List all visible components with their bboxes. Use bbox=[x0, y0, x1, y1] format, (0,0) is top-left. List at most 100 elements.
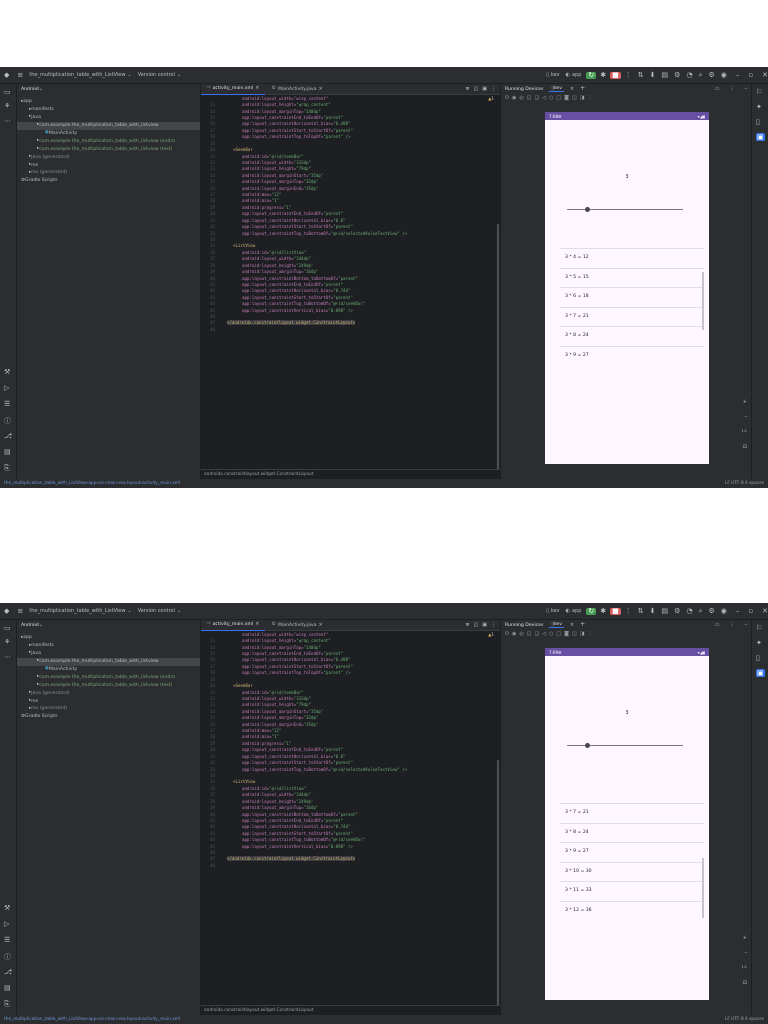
tree-item[interactable]: ▸ res bbox=[17, 697, 200, 705]
tree-item[interactable]: ▸ com.example.the_multiplication_table_w… bbox=[17, 681, 200, 689]
run-config-selector[interactable]: ◐ app bbox=[566, 608, 582, 614]
run-icon[interactable]: ▷ bbox=[4, 384, 9, 392]
list-scrollbar[interactable] bbox=[702, 272, 704, 330]
close-icon[interactable]: × bbox=[570, 86, 574, 92]
list-item[interactable]: 3 * 4 = 12 bbox=[565, 255, 705, 260]
tree-item[interactable]: ▸ manifests bbox=[17, 106, 200, 114]
git-icon[interactable]: ⎇ bbox=[4, 968, 12, 976]
tree-item[interactable]: ▸ java (generated) bbox=[17, 689, 200, 697]
list-scrollbar[interactable] bbox=[702, 858, 704, 918]
home-icon[interactable]: ○ bbox=[549, 95, 553, 101]
editor-tab[interactable]: ‹› activity_main.xml × bbox=[201, 620, 266, 631]
zoom-in-icon[interactable]: + bbox=[743, 399, 747, 405]
code-view-icon[interactable]: ≣ bbox=[465, 622, 469, 628]
screenshot-icon[interactable]: ◙ bbox=[564, 631, 569, 637]
close-icon[interactable]: × bbox=[570, 622, 574, 628]
status-breadcrumb-item[interactable]: main bbox=[106, 481, 117, 486]
project-selector[interactable]: the_multiplication_table_with_ListView ⌄ bbox=[29, 608, 131, 614]
account-icon[interactable]: ◉ bbox=[721, 71, 727, 79]
tree-item[interactable]: ● MainActivity bbox=[17, 130, 200, 138]
close-icon[interactable]: ✕ bbox=[762, 607, 768, 615]
add-icon[interactable]: + bbox=[580, 622, 585, 628]
rotate-left-icon[interactable]: ◱ bbox=[527, 631, 532, 637]
close-icon[interactable]: ✕ bbox=[762, 71, 768, 79]
back-icon[interactable]: ◁ bbox=[542, 631, 546, 637]
version-control-menu[interactable]: Version control ⌄ bbox=[138, 72, 182, 78]
run-icon[interactable]: ▷ bbox=[4, 920, 9, 928]
status-breadcrumb-item[interactable]: app bbox=[88, 1017, 96, 1022]
zoom-in-icon[interactable]: + bbox=[743, 935, 747, 941]
account-icon[interactable]: ◉ bbox=[721, 607, 727, 615]
device-selector[interactable]: ▯ kev bbox=[546, 608, 560, 614]
gemini-icon[interactable]: ✦ bbox=[756, 639, 762, 647]
debug-icon[interactable]: ✱ bbox=[600, 607, 606, 615]
list-item[interactable]: 3 * 9 = 27 bbox=[565, 849, 705, 854]
volume-up-icon[interactable]: ◉ bbox=[512, 95, 516, 101]
editor-tab[interactable]: © MainActivity.java × bbox=[265, 620, 328, 630]
more-icon[interactable]: ⋮ bbox=[587, 95, 592, 101]
search-icon[interactable]: ⌕ bbox=[699, 71, 703, 79]
tree-item[interactable]: ● MainActivity bbox=[17, 666, 200, 674]
list-item[interactable]: 3 * 6 = 18 bbox=[565, 294, 705, 299]
tree-item[interactable]: ▸ app bbox=[17, 98, 200, 106]
notifications-icon[interactable]: ⚐ bbox=[756, 624, 762, 632]
list-item[interactable]: 3 * 5 = 15 bbox=[565, 275, 705, 280]
tree-item[interactable]: ▸ com.example.the_multiplication_table_w… bbox=[17, 673, 200, 681]
seekbar-thumb[interactable] bbox=[585, 743, 591, 748]
gemini-icon[interactable]: ✦ bbox=[756, 103, 762, 111]
close-icon[interactable]: × bbox=[319, 86, 323, 92]
volume-down-icon[interactable]: ◎ bbox=[519, 631, 523, 637]
more-icon[interactable]: ⋮ bbox=[491, 86, 496, 92]
overview-icon[interactable]: □ bbox=[556, 95, 561, 101]
minimize-icon[interactable]: – bbox=[745, 622, 748, 628]
more-icon[interactable]: ⋮ bbox=[491, 622, 496, 628]
overview-icon[interactable]: □ bbox=[556, 631, 561, 637]
tree-item[interactable]: ▸ com.example.the_multiplication_table_w… bbox=[17, 657, 200, 666]
project-view-selector[interactable]: Android ⌄ bbox=[17, 620, 200, 630]
zoom-out-icon[interactable]: – bbox=[745, 414, 748, 420]
main-menu-icon[interactable]: ≡ bbox=[17, 71, 23, 79]
device-manager-icon[interactable]: ▤ bbox=[662, 607, 669, 615]
add-icon[interactable]: + bbox=[580, 86, 585, 92]
commit-icon[interactable]: ⚘ bbox=[4, 102, 10, 110]
tree-item[interactable]: ⚙ Gradle Scripts bbox=[17, 713, 200, 721]
editor-breadcrumb[interactable]: androidx.constraintlayout.widget.Constra… bbox=[201, 469, 503, 479]
close-icon[interactable]: × bbox=[255, 622, 259, 627]
tree-item[interactable]: ▸ com.example.the_multiplication_table_w… bbox=[17, 121, 200, 130]
project-icon[interactable]: ▭ bbox=[4, 624, 11, 632]
more-tools-icon[interactable]: ⋯ bbox=[4, 653, 11, 661]
zoom-out-icon[interactable]: – bbox=[745, 950, 748, 956]
status-right[interactable]: LF UTF-8 4 spaces bbox=[725, 481, 764, 486]
notifications-icon[interactable]: ⚐ bbox=[756, 88, 762, 96]
device-manager-icon[interactable]: ▤ bbox=[662, 71, 669, 79]
build-icon[interactable]: ⚒ bbox=[4, 904, 10, 912]
fold-icon[interactable]: ◨ bbox=[580, 631, 585, 637]
device-selector[interactable]: ▯ kev bbox=[546, 72, 560, 78]
tree-item[interactable]: ▸ java bbox=[17, 114, 200, 122]
sync-icon[interactable]: ⇅ bbox=[638, 71, 644, 79]
tree-item[interactable]: ▸ java bbox=[17, 650, 200, 658]
seekbar[interactable] bbox=[567, 207, 683, 212]
device-manager-icon[interactable]: ▯ bbox=[756, 118, 760, 126]
settings-icon[interactable]: ⚙ bbox=[708, 71, 714, 79]
editor-tab[interactable]: ‹› activity_main.xml × bbox=[201, 84, 266, 95]
list-item[interactable]: 3 * 10 = 30 bbox=[565, 869, 705, 874]
device-manager-icon[interactable]: ▯ bbox=[756, 654, 760, 662]
split-view-icon[interactable]: ◫ bbox=[474, 86, 479, 92]
device-tab[interactable]: ▯ kev bbox=[549, 86, 564, 93]
tree-item[interactable]: ▸ app bbox=[17, 634, 200, 642]
zoom-fit-icon[interactable]: ⊡ bbox=[743, 980, 747, 986]
version-control-icon[interactable]: ⎘ bbox=[4, 1000, 10, 1009]
list-item[interactable]: 3 * 8 = 24 bbox=[565, 830, 705, 835]
project-view-selector[interactable]: Android ⌄ bbox=[17, 84, 200, 94]
status-breadcrumb-item[interactable]: layout bbox=[127, 481, 140, 486]
more-icon[interactable]: ⋮ bbox=[625, 71, 632, 79]
volume-up-icon[interactable]: ◉ bbox=[512, 631, 516, 637]
seekbar-thumb[interactable] bbox=[585, 207, 591, 212]
split-view-icon[interactable]: ◫ bbox=[474, 622, 479, 628]
debug-icon[interactable]: ✱ bbox=[600, 71, 606, 79]
sdk-manager-icon[interactable]: ⬇ bbox=[650, 71, 656, 79]
running-devices-icon[interactable]: ▣ bbox=[756, 669, 765, 677]
logcat-icon[interactable]: ☰ bbox=[4, 936, 10, 944]
window-options-icon[interactable]: ▭ bbox=[715, 622, 720, 628]
